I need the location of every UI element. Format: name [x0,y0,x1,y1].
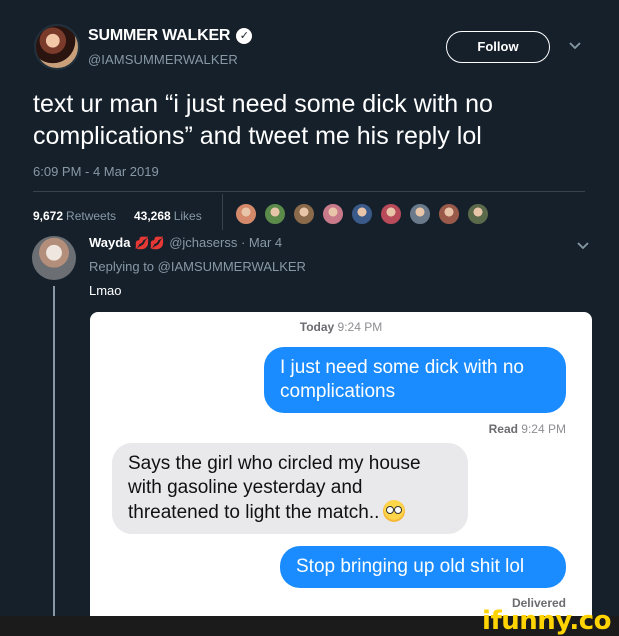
sent-message-bubble: Stop bringing up old shit lol [280,546,566,588]
liker-avatar[interactable] [379,202,403,226]
received-message-line: Says the girl who circled my house [128,453,421,474]
thread-line [53,286,55,616]
tweet-text-line: text ur man “i just need some dick with … [33,90,493,118]
likes-count: 43,268 [134,209,171,223]
retweets-label: Retweets [66,209,117,223]
read-time: 9:24 PM [521,422,566,436]
today-timestamp: Today 9:24 PM [90,320,592,334]
tweet-text: text ur man “i just need some dick with … [33,88,603,152]
author-handle[interactable]: @IAMSUMMERWALKER [88,52,238,67]
follow-button[interactable]: Follow [446,31,550,63]
ifunny-watermark: ifunny.co [482,606,611,636]
imessage-screenshot[interactable]: Today 9:24 PM I just need some dick with… [90,312,592,616]
today-time: 9:24 PM [337,320,383,334]
received-message-bubble: Says the girl who circled my house with … [112,443,468,534]
verified-badge-icon: ✓ [236,28,253,44]
liker-avatar[interactable] [263,202,287,226]
author-display-name: SUMMER WALKER [88,27,231,44]
liker-avatar[interactable] [350,202,374,226]
reply-meta-separator: · [237,235,249,250]
flushed-face-emoji-icon [383,500,406,522]
likes-label: Likes [173,209,202,223]
reply-date[interactable]: Mar 4 [249,235,282,250]
kiss-lips-emoji: 💋💋 [134,236,165,250]
sent-message-bubble: I just need some dick with no complicati… [264,347,566,413]
received-message-line: threatened to light the match.. [128,500,452,525]
received-message-line: with gasoline yesterday and [128,477,363,498]
sent-message-line: Stop bringing up old shit lol [296,556,525,577]
replying-to[interactable]: Replying to @IAMSUMMERWALKER [89,259,306,274]
stats-separator [222,194,223,230]
retweets-stat[interactable]: 9,672 Retweets [33,207,116,225]
reply-header: Wayda 💋💋 @jchaserss · Mar 4 [89,234,282,252]
reply-display-name[interactable]: Wayda [89,235,130,250]
reply-chevron-down-icon[interactable] [576,238,590,256]
liker-avatar[interactable] [234,202,258,226]
reply-text: Lmao [89,283,122,298]
reply-handle[interactable]: @jchaserss [169,235,237,250]
sent-message-line: I just need some dick with no [280,357,524,378]
tweet-timestamp[interactable]: 6:09 PM - 4 Mar 2019 [33,164,159,179]
read-receipt: Read 9:24 PM [489,422,566,436]
sent-message-line: complications [280,381,396,402]
liker-avatar[interactable] [321,202,345,226]
today-label: Today [299,320,335,334]
liker-avatar[interactable] [437,202,461,226]
retweets-count: 9,672 [33,209,64,223]
stats-divider-top [33,191,585,192]
reply-avatar[interactable] [32,236,76,280]
author-avatar[interactable] [34,24,80,70]
tweet-text-line: complications” and tweet me his reply lo… [33,122,482,150]
read-label: Read [488,422,518,436]
liker-avatar[interactable] [466,202,490,226]
chevron-down-icon[interactable] [568,38,582,56]
liker-avatar[interactable] [408,202,432,226]
author-name-row[interactable]: SUMMER WALKER ✓ [88,27,253,45]
likes-stat[interactable]: 43,268 Likes [134,207,202,225]
liker-avatar[interactable] [292,202,316,226]
liker-avatars [234,202,494,228]
